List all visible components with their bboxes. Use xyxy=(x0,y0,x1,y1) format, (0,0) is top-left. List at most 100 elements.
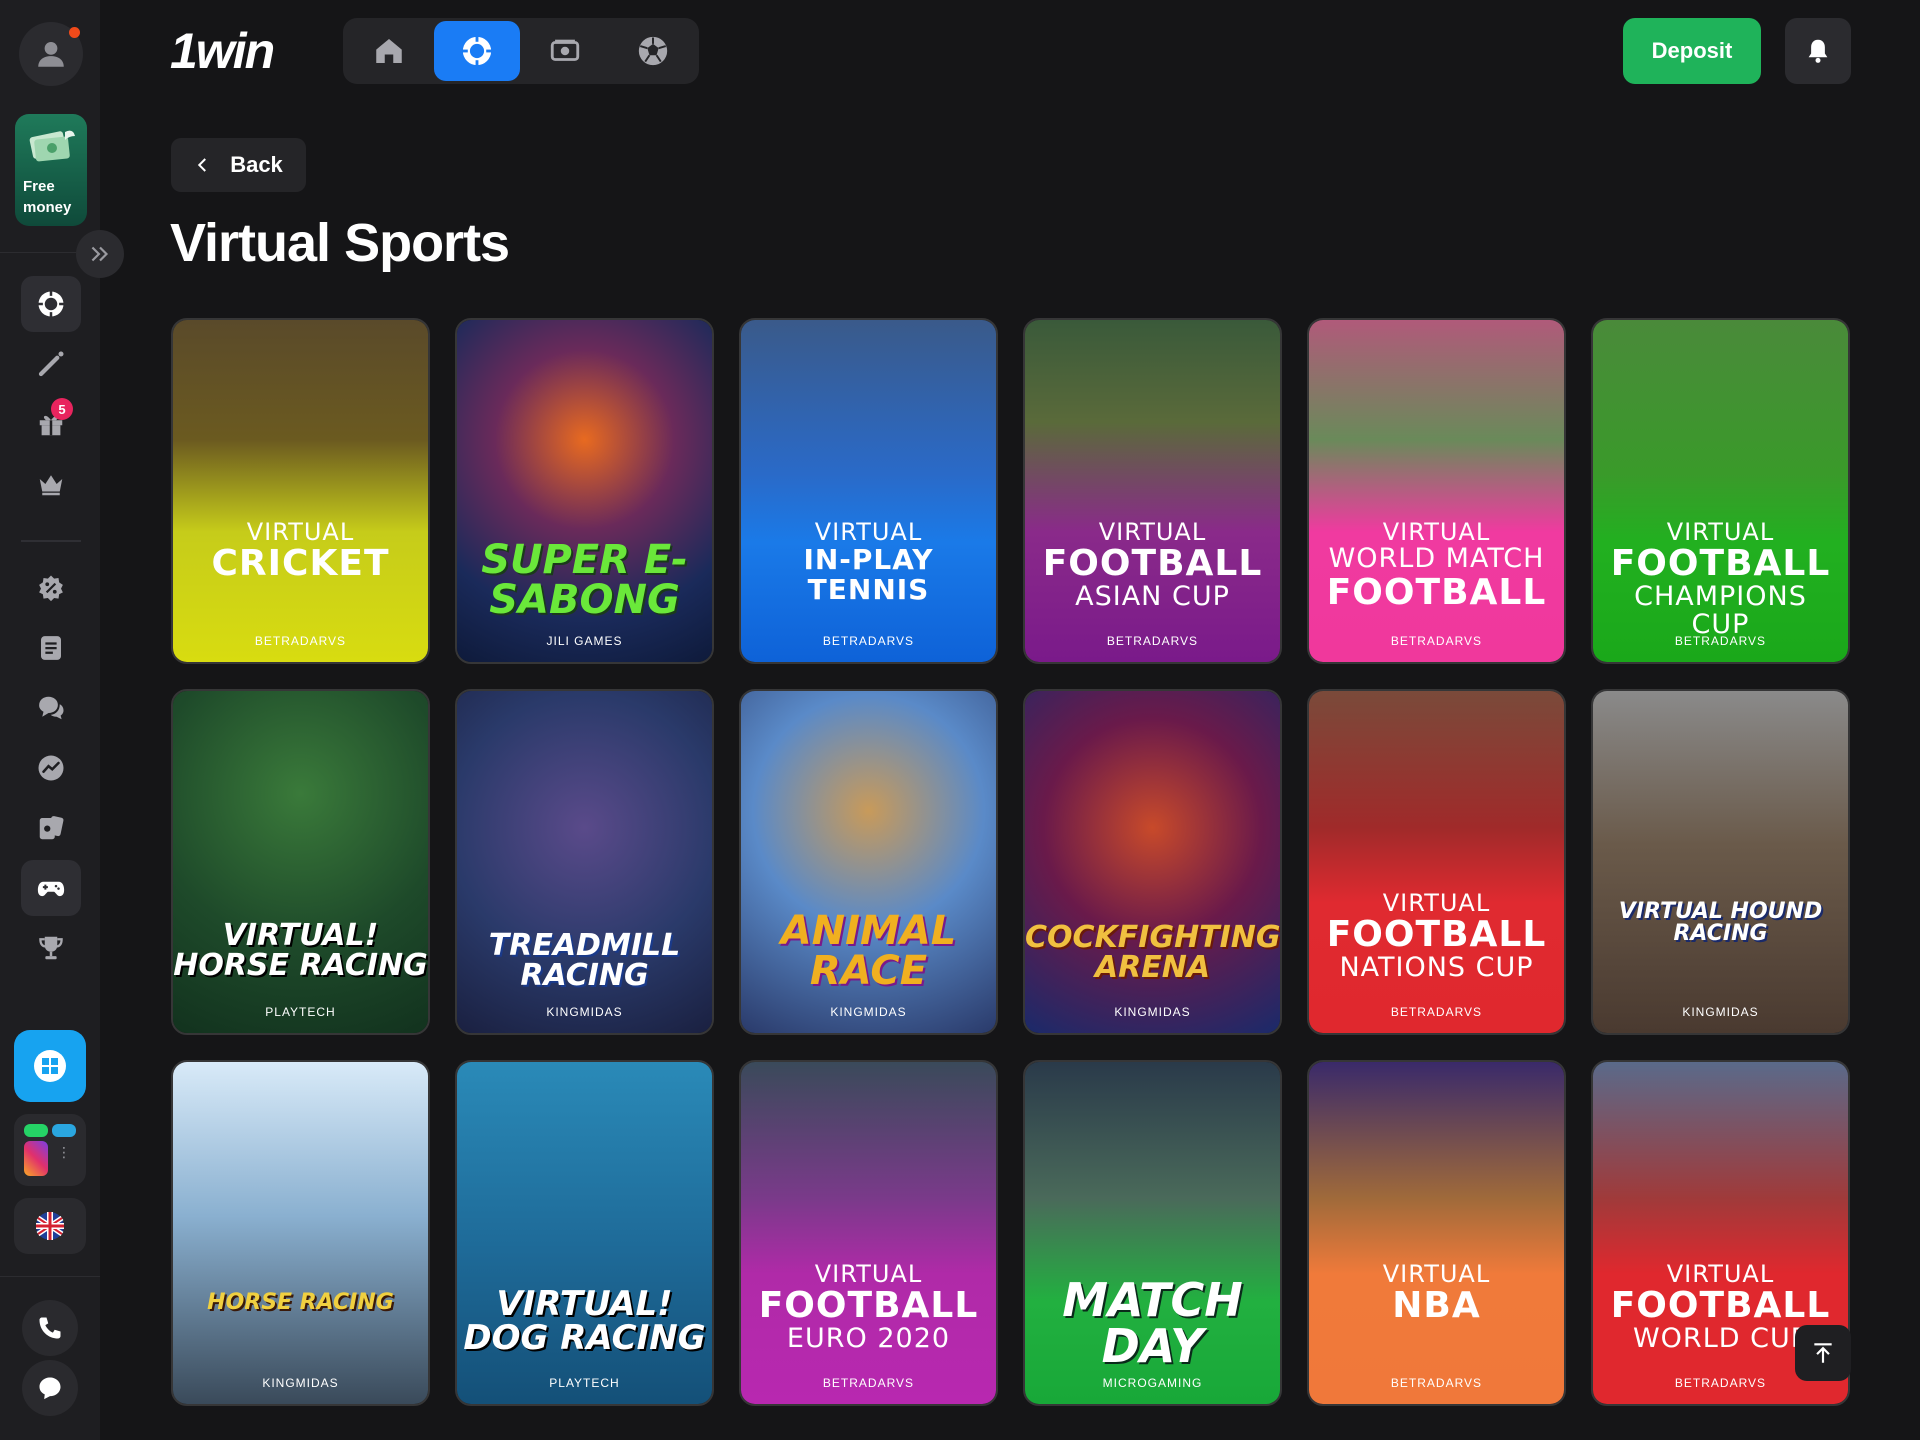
gamepad-icon xyxy=(37,881,65,897)
game-provider: BETRADARVS xyxy=(1674,634,1767,648)
game-provider: BETRADARVS xyxy=(1106,634,1199,648)
game-art xyxy=(1593,691,1848,1033)
back-label: Back xyxy=(230,152,283,177)
game-card-football-champions-cup[interactable]: VIRTUAL FOOTBALL CHAMPIONS CUP BETRADARVS xyxy=(1591,318,1850,664)
support-chat-button[interactable] xyxy=(22,1360,78,1416)
game-provider: KINGMIDAS xyxy=(830,1005,907,1019)
game-card-cricket[interactable]: VIRTUAL CRICKET BETRADARVS xyxy=(171,318,430,664)
windows-app-button[interactable] xyxy=(14,1030,86,1102)
more-icon[interactable]: ⋮ xyxy=(52,1141,76,1176)
game-title-prefix: VIRTUAL xyxy=(814,518,923,546)
telegram-icon[interactable] xyxy=(52,1124,76,1137)
sidebar-item-news[interactable] xyxy=(21,620,81,676)
game-card-horse-racing-playtech[interactable]: VIRTUAL! HORSE RACING PLAYTECH xyxy=(171,689,430,1035)
game-card-world-match-football[interactable]: VIRTUAL WORLD MATCH FOOTBALL BETRADARVS xyxy=(1307,318,1566,664)
chart-circle-icon xyxy=(38,755,64,781)
game-card-in-play-tennis[interactable]: VIRTUAL IN-PLAY TENNIS BETRADARVS xyxy=(739,318,998,664)
sidebar-item-promotions[interactable] xyxy=(21,560,81,616)
game-title-prefix: VIRTUAL xyxy=(1666,518,1775,546)
game-card-animal-race[interactable]: ANIMAL RACE KINGMIDAS xyxy=(739,689,998,1035)
nav-live[interactable] xyxy=(523,21,608,81)
game-provider: KINGMIDAS xyxy=(546,1005,623,1019)
chat-bubbles-icon xyxy=(39,696,64,720)
nav-casino[interactable] xyxy=(434,21,520,81)
chip-icon xyxy=(462,36,492,66)
game-logo-text: ANIMAL RACE xyxy=(780,908,957,994)
game-provider: PLAYTECH xyxy=(265,1005,336,1019)
deposit-button[interactable]: Deposit xyxy=(1623,18,1761,84)
uk-flag-icon xyxy=(36,1212,64,1240)
game-art xyxy=(1309,1062,1564,1404)
game-title-main: FOOTBALL xyxy=(1326,914,1547,956)
cards-icon xyxy=(39,816,64,840)
sidebar-item-chat[interactable] xyxy=(21,680,81,736)
chip-icon xyxy=(37,290,65,318)
nav-sports[interactable] xyxy=(611,21,696,81)
sidebar: Free money 5 ⋮ xyxy=(0,0,100,1440)
sidebar-item-casino[interactable] xyxy=(21,276,81,332)
sidebar-item-poker[interactable] xyxy=(21,800,81,856)
game-title-sub: EURO 2020 xyxy=(786,1322,951,1354)
game-provider: KINGMIDAS xyxy=(1114,1005,1191,1019)
free-money-promo[interactable]: Free money xyxy=(15,114,87,226)
percent-badge-icon xyxy=(39,575,63,602)
games-grid: VIRTUAL CRICKET BETRADARVS SUPER E-SABONG JI… xyxy=(171,318,1850,1406)
game-card-nba[interactable]: VIRTUAL NBA BETRADARVS xyxy=(1307,1060,1566,1406)
free-money-label: Free money xyxy=(23,178,72,216)
game-title-main: FOOTBALL xyxy=(758,1285,979,1327)
profile-avatar[interactable] xyxy=(19,22,83,86)
sidebar-item-bonuses[interactable]: 5 xyxy=(21,396,81,452)
game-card-treadmill-racing[interactable]: TREADMILL RACING KINGMIDAS xyxy=(455,689,714,1035)
game-card-cockfighting-arena[interactable]: COCKFIGHTING ARENA KINGMIDAS xyxy=(1023,689,1282,1035)
notifications-button[interactable] xyxy=(1785,18,1851,84)
bat-icon xyxy=(38,351,64,377)
language-selector[interactable] xyxy=(14,1198,86,1254)
sidebar-item-sports[interactable] xyxy=(21,336,81,392)
game-title-prefix: VIRTUAL xyxy=(1382,889,1491,917)
game-card-hound-racing[interactable]: VIRTUAL HOUND RACING KINGMIDAS xyxy=(1591,689,1850,1035)
game-provider: KINGMIDAS xyxy=(1682,1005,1759,1019)
bell-icon xyxy=(1808,39,1828,63)
game-provider: BETRADARVS xyxy=(1390,634,1483,648)
whatsapp-icon[interactable] xyxy=(24,1124,48,1137)
game-title-sub: ASIAN CUP xyxy=(1075,580,1230,612)
game-card-football-asian-cup[interactable]: VIRTUAL FOOTBALL ASIAN CUP BETRADARVS xyxy=(1023,318,1282,664)
money-icon xyxy=(550,39,580,61)
game-title-prefix: VIRTUAL xyxy=(1382,518,1491,546)
game-provider: BETRADARVS xyxy=(822,1376,915,1390)
phone-button[interactable] xyxy=(22,1300,78,1356)
game-provider: KINGMIDAS xyxy=(262,1376,339,1390)
game-title-sub: WORLD MATCH xyxy=(1328,543,1545,575)
scroll-to-top-button[interactable] xyxy=(1795,1325,1851,1381)
game-card-match-day[interactable]: MATCH DAY MICROGAMING xyxy=(1023,1060,1282,1406)
game-title-sub: CHAMPIONS CUP xyxy=(1634,580,1807,641)
sidebar-item-games[interactable] xyxy=(21,860,81,916)
document-icon xyxy=(41,636,61,660)
brand-logo[interactable]: 1win xyxy=(170,22,275,80)
sidebar-item-vip[interactable] xyxy=(21,456,81,512)
sidebar-item-tournaments[interactable] xyxy=(21,920,81,976)
game-title-prefix: VIRTUAL xyxy=(1666,1260,1775,1288)
game-art xyxy=(173,320,428,662)
game-card-dog-racing[interactable]: VIRTUAL! DOG RACING PLAYTECH xyxy=(455,1060,714,1406)
page-title: Virtual Sports xyxy=(170,213,510,273)
sidebar-item-statistics[interactable] xyxy=(21,740,81,796)
game-title: VIRTUAL WORLD MATCH FOOTBALL xyxy=(1309,518,1564,611)
sidebar-expand-button[interactable] xyxy=(76,230,124,278)
game-title-main: IN-PLAY TENNIS xyxy=(803,543,934,606)
notification-dot xyxy=(69,27,80,38)
game-card-football-nations-cup[interactable]: VIRTUAL FOOTBALL NATIONS CUP BETRADARVS xyxy=(1307,689,1566,1035)
game-card-horse-racing-kingmidas[interactable]: HORSE RACING KINGMIDAS xyxy=(171,1060,430,1406)
game-card-football-euro-2020[interactable]: VIRTUAL FOOTBALL EURO 2020 BETRADARVS xyxy=(739,1060,998,1406)
sidebar-divider xyxy=(0,1276,100,1277)
user-icon xyxy=(38,41,64,67)
game-title-sub: NATIONS CUP xyxy=(1339,951,1534,983)
game-title: VIRTUAL NBA xyxy=(1309,1261,1564,1325)
game-title-prefix: VIRTUAL xyxy=(814,1260,923,1288)
nav-home[interactable] xyxy=(346,21,431,81)
game-art xyxy=(173,1062,428,1404)
back-button[interactable]: Back xyxy=(171,138,306,192)
game-provider: MICROGAMING xyxy=(1102,1376,1203,1390)
instagram-icon[interactable] xyxy=(24,1141,48,1176)
game-card-super-e-sabong[interactable]: SUPER E-SABONG JILI GAMES xyxy=(455,318,714,664)
